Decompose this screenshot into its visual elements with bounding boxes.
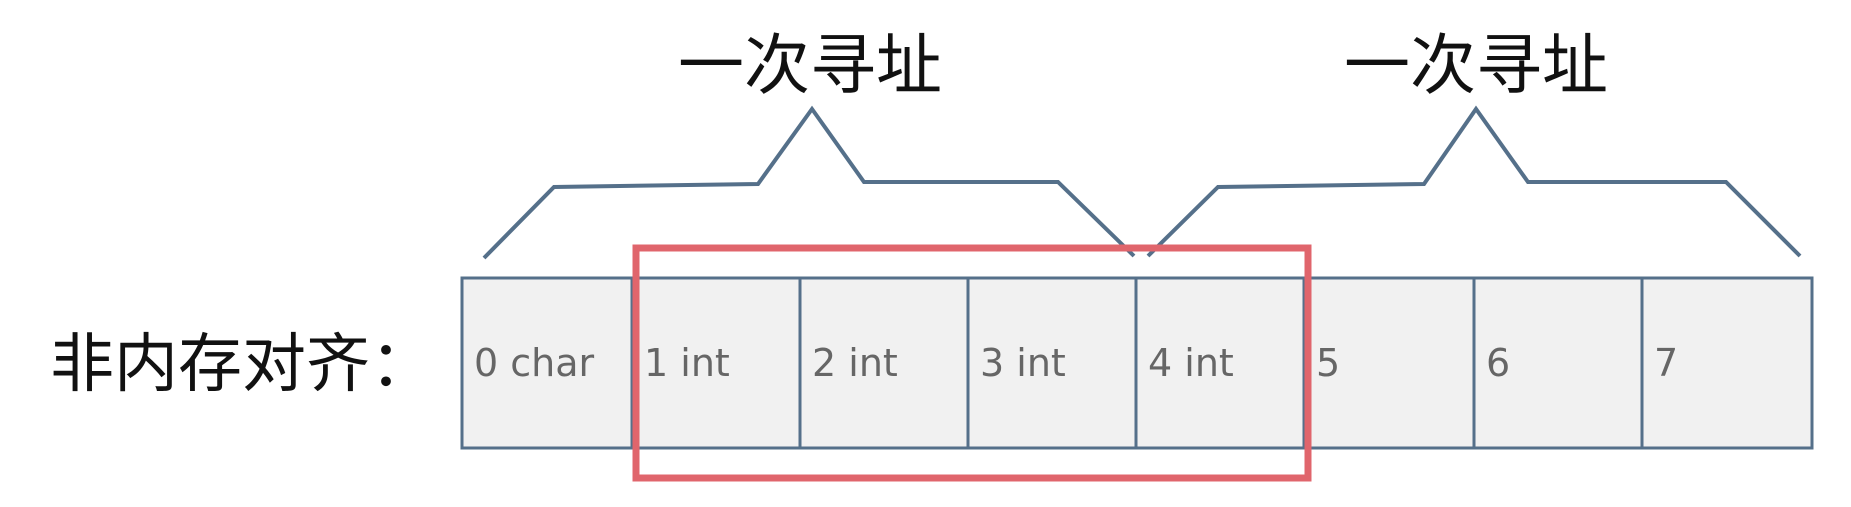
memory-cells: 0 char 1 int 2 int 3 int 4 int 5 6 7 [460, 276, 1814, 450]
brace-line [482, 105, 1136, 260]
memory-cell-label: 7 [1654, 341, 1678, 385]
brace-label: 一次寻址 [1344, 27, 1608, 104]
brace-line [1146, 105, 1802, 258]
addressing-brace: 一次寻址 [1146, 27, 1802, 258]
memory-cell-label: 5 [1316, 341, 1340, 385]
memory-cell: 3 int [966, 276, 1138, 450]
memory-cell-label: 2 int [812, 341, 898, 385]
memory-cell: 7 [1640, 276, 1814, 450]
brace-label: 一次寻址 [678, 27, 942, 104]
memory-cell: 5 [1302, 276, 1476, 450]
memory-alignment-diagram: 非内存对齐： 一次寻址 一次寻址 0 char 1 int 2 int 3 int 4 i… [50, 27, 1814, 482]
memory-cell-label: 1 int [644, 341, 730, 385]
memory-cell-label: 0 char [474, 341, 595, 385]
memory-cell: 6 [1472, 276, 1644, 450]
row-label: 非内存对齐： [50, 328, 434, 402]
addressing-brace: 一次寻址 [482, 27, 1136, 260]
memory-cell: 2 int [798, 276, 970, 450]
memory-cell-label: 3 int [980, 341, 1066, 385]
memory-cell: 1 int [630, 276, 802, 450]
memory-cell: 4 int [1134, 276, 1306, 450]
memory-cell: 0 char [460, 276, 634, 450]
memory-cell-label: 6 [1486, 341, 1510, 385]
addressing-braces: 一次寻址 一次寻址 [482, 27, 1802, 260]
memory-cell-label: 4 int [1148, 341, 1234, 385]
